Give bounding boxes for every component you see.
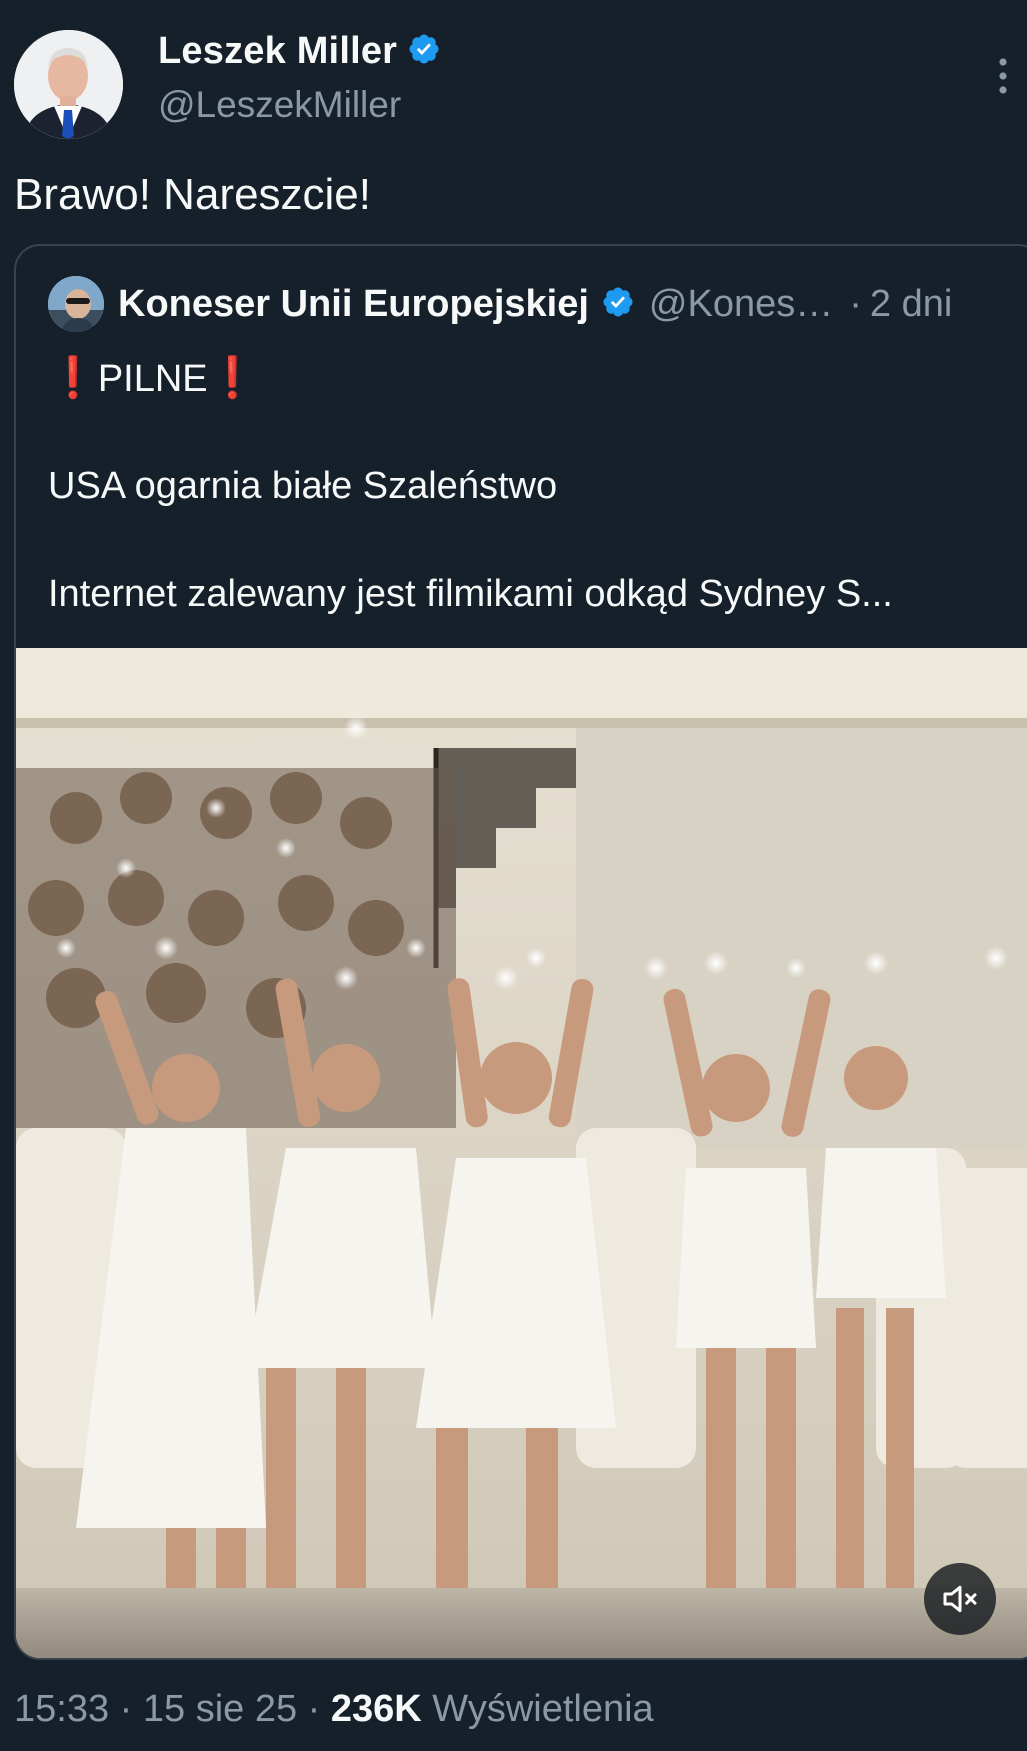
exclamation-icon: ❗ xyxy=(48,356,98,400)
video-thumbnail-image xyxy=(16,648,1027,1658)
tweet-time[interactable]: 15:33 xyxy=(14,1688,109,1730)
quoted-text: ❗PILNE❗ USA ogarnia białe Szaleństwo Int… xyxy=(48,354,893,618)
tweet-metadata: 15:33 · 15 sie 25 · 236K Wyświetlenia xyxy=(14,1688,654,1731)
separator-dot: · xyxy=(119,1688,133,1730)
vertical-ellipsis-icon[interactable] xyxy=(996,56,1010,96)
quoted-header: Koneser Unii Europejskiej @Kones… · 2 dn… xyxy=(48,276,952,332)
quoted-headline: PILNE xyxy=(97,358,208,400)
tweet-text: Brawo! Nareszcie! xyxy=(14,170,372,219)
quoted-line: Internet zalewany jest filmikami odkąd S… xyxy=(48,573,893,615)
quoted-author-name[interactable]: Koneser Unii Europejskiej xyxy=(118,283,589,326)
quoted-author-avatar[interactable] xyxy=(48,276,104,332)
author-name-row: Leszek Miller xyxy=(158,30,441,73)
views-count[interactable]: 236K xyxy=(331,1688,422,1730)
views-label[interactable]: Wyświetlenia xyxy=(432,1688,653,1730)
exclamation-icon: ❗ xyxy=(207,356,258,400)
tweet-page: Leszek Miller @LeszekMiller Brawo! Nares… xyxy=(0,0,1027,1751)
verified-badge-icon xyxy=(407,32,441,71)
quoted-tweet-card[interactable]: Koneser Unii Europejskiej @Kones… · 2 dn… xyxy=(14,244,1027,1660)
speaker-muted-icon[interactable] xyxy=(924,1563,996,1635)
author-name[interactable]: Leszek Miller xyxy=(158,30,397,73)
author-avatar[interactable] xyxy=(14,30,123,139)
quoted-line: USA ogarnia białe Szaleństwo xyxy=(48,465,558,507)
quoted-author-handle[interactable]: @Kones… xyxy=(649,283,833,326)
quoted-headline-line: ❗PILNE❗ xyxy=(48,354,893,402)
separator-dot: · xyxy=(307,1688,321,1730)
author-handle[interactable]: @LeszekMiller xyxy=(158,84,401,126)
video-player[interactable] xyxy=(16,648,1027,1658)
quoted-timestamp[interactable]: 2 dni xyxy=(870,283,952,326)
separator-dot: · xyxy=(849,282,862,325)
verified-badge-icon xyxy=(601,285,635,324)
tweet-date[interactable]: 15 sie 25 xyxy=(143,1688,297,1730)
